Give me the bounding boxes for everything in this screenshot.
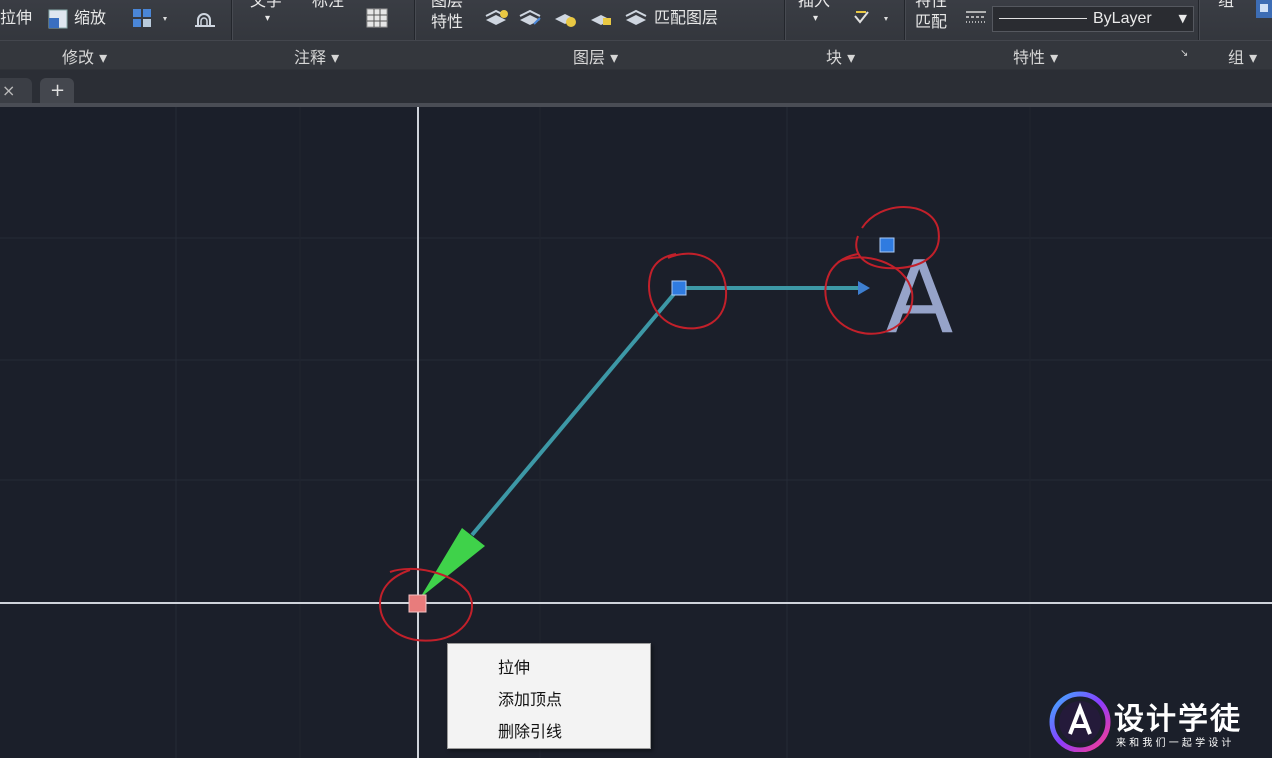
grip-arrowhead-hot [408,594,427,613]
grip-vertex [671,280,687,296]
close-tab-icon[interactable]: × [2,81,15,100]
panel-title-annotation-label: 注释 [294,48,327,67]
group-button[interactable]: 组 [1218,0,1234,10]
text-dropdown-arrow[interactable]: ▾ [265,10,270,28]
layer-isolate-icon[interactable] [518,6,544,34]
match-properties-label-2[interactable]: 匹配 [915,13,947,31]
menu-item-add-vertex[interactable]: 添加顶点 [498,686,562,710]
edit-attributes-icon[interactable] [852,8,892,32]
new-tab-button[interactable]: + [40,78,74,106]
watermark-logo: 设计学徒 来 和 我 们 一 起 学 设 计 [1048,690,1270,753]
scale-icon [47,8,69,34]
offset-icon[interactable] [192,6,218,34]
array-icon[interactable] [131,7,171,33]
match-layer-icon [624,6,650,34]
insert-dropdown-arrow[interactable]: ▾ [813,10,818,28]
layer-off-icon[interactable] [484,6,510,34]
file-tab[interactable]: × [0,78,32,106]
scale-button[interactable]: 缩放 [74,9,106,27]
stretch-button[interactable]: 拉伸 [0,9,32,27]
table-icon[interactable] [366,8,388,32]
match-layer-button[interactable]: 匹配图层 [654,9,718,27]
ribbon-panel-titles [0,40,1272,69]
linetype-dropdown[interactable]: ByLayer ▼ [992,6,1194,32]
panel-title-layers-label: 图层 [573,48,606,67]
layer-properties-label-2[interactable]: 特性 [431,13,463,31]
menu-item-stretch[interactable]: 拉伸 [498,654,530,678]
layer-freeze-icon[interactable] [553,5,579,35]
plus-icon: + [50,80,66,101]
grip-context-menu: 拉伸 添加顶点 删除引线 [447,643,651,749]
watermark-brand: 设计学徒 [1114,702,1242,737]
panel-title-properties-label: 特性 [1013,48,1046,67]
panel-title-layers[interactable]: 图层 ▾ [573,44,618,68]
panel-title-block-label: 块 [826,48,843,67]
multileader [420,281,870,598]
dimension-button[interactable]: 标注 [312,0,344,10]
panel-title-modify[interactable]: 修改 ▾ [62,44,107,68]
linetype-value: ByLayer [1093,10,1152,27]
landing-arrow [858,281,870,295]
text-button[interactable]: 文字 [250,0,282,10]
ribbon-tools: 拉伸 缩放 文字 ▾ 标注 图层 特性 匹配图层 插入 ▾ 特性 匹配 ByLa… [0,0,1272,68]
panel-title-properties[interactable]: 特性 ▾ [1013,44,1058,68]
linetype-icon [965,9,987,31]
panel-title-block[interactable]: 块 ▾ [826,44,855,68]
grip-text [879,237,895,253]
chevron-down-icon: ▼ [1178,12,1187,25]
linetype-sample [999,18,1087,19]
match-properties-label-1[interactable]: 特性 [915,0,947,10]
properties-dialog-launcher-icon[interactable]: ↘ [1180,48,1188,59]
layer-properties-label-1[interactable]: 图层 [431,0,463,10]
panel-title-groups-label: 组 [1228,48,1245,67]
watermark-tagline: 来 和 我 们 一 起 学 设 计 [1116,738,1232,749]
menu-item-remove-leader[interactable]: 删除引线 [498,718,562,742]
annotation-circles [378,206,940,642]
panel-title-groups[interactable]: 组 ▾ [1228,44,1257,68]
panel-title-modify-label: 修改 [62,48,95,67]
layer-lock-icon[interactable] [589,6,615,34]
leader-line [470,286,681,537]
file-tab-bar: × + [0,70,1272,106]
leader-arrowhead [420,528,485,598]
mtext-label: A [885,239,953,356]
ribbon: 拉伸 缩放 文字 ▾ 标注 图层 特性 匹配图层 插入 ▾ 特性 匹配 ByLa… [0,0,1272,71]
insert-button[interactable]: 插入 [798,0,830,10]
group-icon[interactable] [1256,0,1272,24]
panel-title-annotation[interactable]: 注释 ▾ [294,44,339,68]
